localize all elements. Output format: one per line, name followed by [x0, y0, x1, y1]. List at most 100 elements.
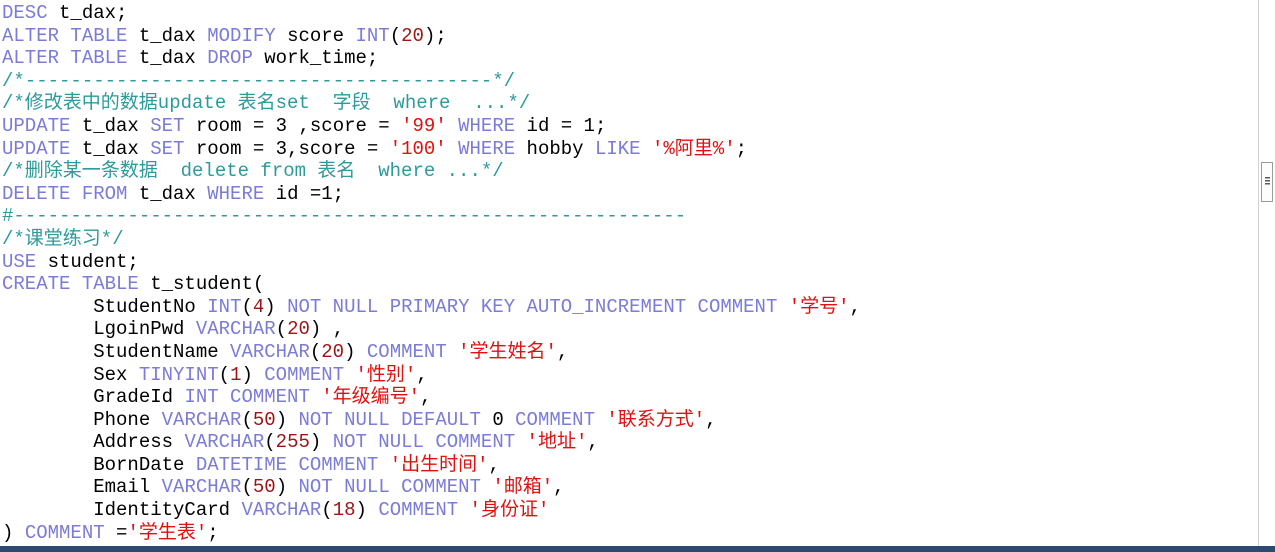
code-line[interactable]: /*修改表中的数据update 表名set 字段 where ...*/ — [2, 92, 1258, 115]
code-token-plain: t_student( — [138, 273, 265, 296]
code-token-kw: COMMENT — [264, 363, 345, 386]
code-token-punct: ) — [275, 408, 299, 431]
code-line[interactable]: /*课堂练习*/ — [2, 228, 1258, 251]
code-token-comment: /*课堂练习*/ — [2, 227, 124, 250]
code-token-plain: Email — [2, 476, 162, 499]
code-token-str: '100' — [389, 137, 447, 160]
code-token-kw: COMMENT — [378, 499, 459, 522]
code-token-punct: ( — [218, 363, 231, 386]
code-line[interactable]: ) COMMENT ='学生表'; — [2, 522, 1258, 545]
code-token-punct: ) — [344, 340, 367, 363]
code-line[interactable]: UPDATE t_dax SET room = 3,score = '100' … — [2, 138, 1258, 161]
code-token-punct: ); — [423, 24, 447, 47]
code-token-plain: IdentityCard — [2, 499, 242, 522]
code-line[interactable]: UPDATE t_dax SET room = 3 ,score = '99' … — [2, 115, 1258, 138]
code-token-num: 20 — [321, 340, 345, 363]
code-token-kw: VARCHAR — [184, 431, 265, 454]
code-token-plain: LgoinPwd — [2, 318, 196, 341]
code-token-plain: StudentNo — [2, 295, 208, 318]
code-line[interactable]: Phone VARCHAR(50) NOT NULL DEFAULT 0 COM… — [2, 409, 1258, 432]
code-token-punct: ) , — [309, 318, 345, 341]
code-token-plain: id =1; — [264, 182, 345, 205]
code-token-kw: LIKE — [594, 137, 641, 160]
code-line[interactable]: BornDate DATETIME COMMENT '出生时间', — [2, 454, 1258, 477]
vertical-scrollbar-thumb[interactable] — [1261, 162, 1273, 202]
code-token-plain: t_dax; — [47, 2, 128, 24]
code-token-punct: ) — [275, 476, 299, 499]
code-token-kw: TINYINT — [138, 363, 219, 386]
code-line[interactable]: DELETE FROM t_dax WHERE id =1; — [2, 183, 1258, 206]
code-token-plain: id = 1; — [515, 114, 607, 137]
code-line[interactable]: ALTER TABLE t_dax MODIFY score INT(20); — [2, 25, 1258, 48]
code-token-plain: , — [556, 340, 569, 363]
code-line[interactable]: #---------------------------------------… — [2, 205, 1258, 228]
code-editor-area[interactable]: DESC t_dax; ALTER TABLE t_dax MODIFY scor… — [0, 0, 1258, 546]
code-line[interactable]: ALTER TABLE t_dax DROP work_time; — [2, 47, 1258, 70]
code-token-plain: , — [488, 453, 500, 476]
code-token-kw: NOT NULL COMMENT — [298, 476, 481, 499]
code-line[interactable]: IdentityCard VARCHAR(18) COMMENT '身份证' — [2, 499, 1258, 522]
code-token-punct: ( — [264, 431, 276, 454]
vertical-scrollbar-track[interactable] — [1259, 0, 1275, 546]
code-token-plain: t_dax — [127, 47, 208, 70]
code-token-kw: ALTER TABLE — [2, 47, 128, 70]
code-token-plain: t_dax — [70, 114, 151, 137]
code-token-str: '联系方式' — [606, 408, 706, 431]
code-token-plain: hobby — [515, 137, 595, 160]
code-token-kw: VARCHAR — [161, 476, 242, 499]
code-token-str: '邮箱' — [492, 476, 554, 499]
code-token-kw: SET — [150, 137, 185, 160]
code-token-punct: ( — [321, 499, 333, 522]
code-token-kw: NOT NULL DEFAULT — [298, 408, 481, 431]
code-token-num: 255 — [275, 431, 310, 454]
code-line[interactable]: DESC t_dax; — [2, 2, 1258, 25]
code-token-plain: GradeId — [2, 386, 185, 409]
code-token-plain: Phone — [2, 408, 162, 431]
code-line[interactable]: GradeId INT COMMENT '年级编号', — [2, 386, 1258, 409]
code-token-plain: room = 3 ,score = — [184, 114, 402, 137]
code-token-kw: VARCHAR — [195, 318, 276, 341]
code-token-num: 4 — [252, 295, 265, 318]
code-line[interactable]: USE student; — [2, 251, 1258, 274]
code-token-comment: #---------------------------------------… — [2, 205, 687, 228]
code-line[interactable]: /*删除某一条数据 delete from 表名 where ...*/ — [2, 160, 1258, 183]
code-token-str: '%阿里%' — [651, 137, 736, 160]
code-token-kw: COMMENT — [24, 521, 105, 544]
code-token-punct: ( — [241, 476, 253, 499]
code-token-punct: ) — [241, 363, 265, 386]
code-token-kw: CREATE TABLE — [2, 273, 139, 296]
code-line[interactable]: Email VARCHAR(50) NOT NULL COMMENT '邮箱', — [2, 476, 1258, 499]
code-line[interactable]: LgoinPwd VARCHAR(20) , — [2, 318, 1258, 341]
code-token-kw: ALTER TABLE — [2, 24, 128, 47]
code-token-num: 50 — [252, 476, 276, 499]
code-line[interactable]: StudentName VARCHAR(20) COMMENT '学生姓名', — [2, 341, 1258, 364]
bottom-status-bar — [0, 546, 1275, 552]
code-token-kw: DELETE FROM — [2, 182, 128, 205]
code-line[interactable]: StudentNo INT(4) NOT NULL PRIMARY KEY AU… — [2, 296, 1258, 319]
code-token-kw: NOT NULL COMMENT — [332, 431, 516, 454]
code-token-punct: ( — [389, 24, 402, 47]
code-token-plain: , — [416, 363, 428, 386]
code-token-num: 18 — [332, 499, 356, 522]
code-token-kw: VARCHAR — [230, 340, 310, 363]
code-token-str: '学号' — [788, 295, 850, 318]
code-token-punct: ( — [275, 318, 288, 341]
code-token-plain: t_dax — [127, 182, 208, 205]
code-token-str: '学生姓名' — [458, 340, 557, 363]
code-token-plain: ; — [207, 521, 219, 544]
code-token-kw: INT — [355, 24, 390, 47]
code-token-comment: /*删除某一条数据 delete from 表名 where ...*/ — [2, 160, 504, 183]
code-token-num: 20 — [401, 24, 424, 47]
code-token-punct: ) — [264, 295, 288, 318]
code-token-num: 20 — [287, 318, 310, 341]
code-line[interactable]: CREATE TABLE t_student( — [2, 273, 1258, 296]
code-line[interactable]: Sex TINYINT(1) COMMENT '性别', — [2, 364, 1258, 387]
code-line[interactable]: /*--------------------------------------… — [2, 70, 1258, 93]
code-token-plain: , — [553, 476, 565, 499]
code-line[interactable]: Address VARCHAR(255) NOT NULL COMMENT '地… — [2, 431, 1258, 454]
